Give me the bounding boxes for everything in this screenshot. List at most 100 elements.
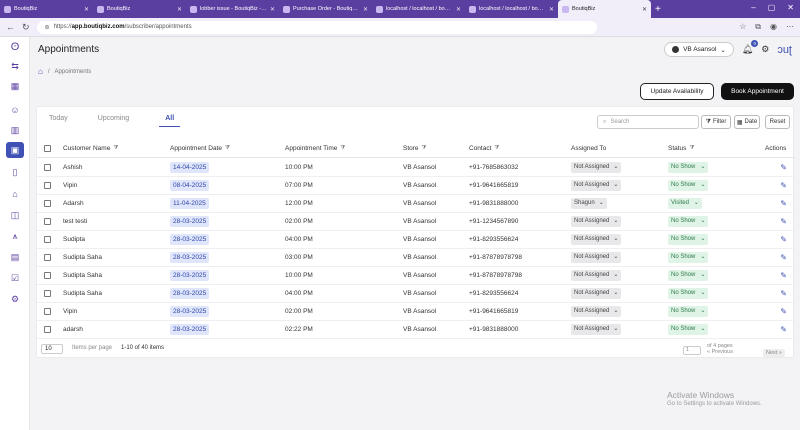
assigned-to-select[interactable]: Shagun ⌄ [571, 198, 607, 209]
table-row[interactable]: Adarsh 11-04-2025 12:00 PM VB Asansol +91-98… [37, 195, 795, 213]
status-select[interactable]: No Show ⌄ [668, 252, 709, 263]
close-window-icon[interactable]: ✕ [787, 3, 794, 12]
row-checkbox[interactable] [44, 236, 51, 243]
filter-icon[interactable]: ⧩ [340, 145, 345, 152]
row-checkbox[interactable] [44, 200, 51, 207]
browser-tab[interactable]: BoutiqBiz ✕ [558, 0, 651, 18]
col-status[interactable]: Status ⧩ [668, 145, 694, 152]
book-appointment-button[interactable]: Book Appointment [721, 83, 794, 100]
search-input[interactable]: ⌕ Search [597, 115, 699, 129]
table-row[interactable]: Sudipta 28-03-2025 04:00 PM VB Asansol +91-8… [37, 231, 795, 249]
table-row[interactable]: Sudipta Saha 28-03-2025 10:00 PM VB Asansol… [37, 267, 795, 285]
col-store[interactable]: Store ⧩ [403, 145, 426, 152]
table-row[interactable]: adarsh 28-03-2025 02:22 PM VB Asansol +91-98… [37, 321, 795, 339]
menu-icon[interactable]: ⋯ [786, 22, 794, 32]
close-tab-icon[interactable]: ✕ [270, 6, 275, 13]
browser-tab[interactable]: lobber issue - BoutiqBiz - 10 All✕ [186, 0, 279, 18]
filter-icon[interactable]: ⧩ [225, 145, 230, 152]
row-checkbox[interactable] [44, 272, 51, 279]
star-icon[interactable]: ☆ [739, 22, 746, 32]
table-row[interactable]: test testi 28-03-2025 02:00 PM VB Asansol +9… [37, 213, 795, 231]
browser-tab[interactable]: BoutiqBiz ✕ [0, 0, 93, 18]
row-checkbox[interactable] [44, 182, 51, 189]
col-contact[interactable]: Contact ⧩ [469, 145, 499, 152]
close-tab-icon[interactable]: ✕ [84, 6, 89, 13]
table-row[interactable]: Vipin 08-04-2025 07:00 PM VB Asansol +91-964… [37, 177, 795, 195]
filter-icon[interactable]: ⧩ [422, 145, 427, 152]
per-page-select[interactable]: 10 [41, 344, 63, 354]
page-select[interactable]: 1 [683, 346, 701, 355]
edit-icon[interactable]: ✎ [780, 199, 787, 208]
status-select[interactable]: No Show ⌄ [668, 270, 709, 281]
maximize-icon[interactable]: ▢ [768, 3, 776, 12]
status-select[interactable]: No Show ⌄ [668, 180, 709, 191]
status-select[interactable]: No Show ⌄ [668, 162, 709, 173]
settings-icon[interactable]: ⚙ [9, 293, 21, 305]
assigned-to-select[interactable]: Not Assigned ⌄ [571, 306, 622, 317]
assigned-to-select[interactable]: Not Assigned ⌄ [571, 252, 622, 263]
assigned-to-select[interactable]: Not Assigned ⌄ [571, 162, 622, 173]
assigned-to-select[interactable]: Not Assigned ⌄ [571, 324, 622, 335]
status-select[interactable]: No Show ⌄ [668, 216, 709, 227]
row-checkbox[interactable] [44, 290, 51, 297]
store-icon[interactable]: ▥ [9, 124, 21, 136]
table-row[interactable]: Sudipta Saha 28-03-2025 03:00 PM VB Asansol… [37, 249, 795, 267]
assigned-to-select[interactable]: Not Assigned ⌄ [571, 216, 622, 227]
assigned-to-select[interactable]: Not Assigned ⌄ [571, 288, 622, 299]
table-row[interactable]: Vipin 28-03-2025 02:00 PM VB Asansol +91-964… [37, 303, 795, 321]
bell-icon[interactable]: 🔔︎ 0 [742, 40, 759, 55]
row-checkbox[interactable] [44, 218, 51, 225]
update-availability-button[interactable]: Update Availability [640, 83, 714, 100]
row-checkbox[interactable] [44, 254, 51, 261]
report-icon[interactable]: ▤ [9, 251, 21, 263]
browser-tab[interactable]: Purchase Order - BoutiqBiz - 10...✕ [279, 0, 372, 18]
new-tab-button[interactable]: + [655, 4, 661, 15]
status-select[interactable]: No Show ⌄ [668, 234, 709, 245]
table-row[interactable]: Ashish 14-04-2025 10:00 PM VB Asansol +91-76… [37, 159, 795, 177]
edit-icon[interactable]: ✎ [780, 217, 787, 226]
close-tab-icon[interactable]: ✕ [549, 6, 554, 13]
edit-icon[interactable]: ✎ [780, 253, 787, 262]
table-row[interactable]: Sudipta Saha 28-03-2025 04:00 PM VB Asansol… [37, 285, 795, 303]
tag-icon[interactable]: ⌂ [9, 188, 21, 200]
document-icon[interactable]: ▯ [9, 166, 21, 178]
tab-upcoming[interactable]: Upcoming [98, 115, 130, 127]
home-icon[interactable]: ⌂ [38, 67, 43, 76]
back-icon[interactable]: ← [6, 22, 15, 32]
calendar-icon[interactable]: ▣ [6, 142, 24, 158]
status-select[interactable]: No Show ⌄ [668, 324, 709, 335]
task-icon[interactable]: ☑ [9, 272, 21, 284]
minimize-icon[interactable]: – [751, 3, 755, 12]
edit-icon[interactable]: ✎ [780, 325, 787, 334]
filter-icon[interactable]: ⧩ [494, 145, 499, 152]
edit-icon[interactable]: ✎ [780, 235, 787, 244]
bag-icon[interactable]: ◫ [9, 209, 21, 221]
users-icon[interactable]: ☺ [9, 104, 21, 116]
hanger-icon[interactable]: ⩚ [9, 230, 21, 242]
status-select[interactable]: No Show ⌄ [668, 306, 709, 317]
close-tab-icon[interactable]: ✕ [456, 6, 461, 13]
edit-icon[interactable]: ✎ [780, 289, 787, 298]
browser-tab[interactable]: localhost / localhost / boutiqbiz✕ [372, 0, 465, 18]
site-info-icon[interactable]: ⊜ [45, 24, 50, 31]
expand-icon[interactable]: ⇆ [9, 60, 21, 72]
status-select[interactable]: No Show ⌄ [668, 288, 709, 299]
status-select[interactable]: Visited ⌄ [668, 198, 702, 209]
close-tab-icon[interactable]: ✕ [642, 6, 647, 13]
browser-tab[interactable]: BoutiqBiz ✕ [93, 0, 186, 18]
col-appointment-time[interactable]: Appointment Time ⧩ [285, 145, 345, 152]
close-tab-icon[interactable]: ✕ [363, 6, 368, 13]
edit-icon[interactable]: ✎ [780, 181, 787, 190]
tab-today[interactable]: Today [49, 115, 68, 127]
select-all-checkbox[interactable] [44, 145, 51, 152]
filter-button[interactable]: ⧩ Filter [701, 115, 731, 129]
date-button[interactable]: ▦ Date [734, 115, 760, 129]
store-selector[interactable]: VB Asansol ⌄ [664, 42, 734, 57]
dashboard-icon[interactable]: ▦ [9, 80, 21, 92]
browser-tab[interactable]: localhost / localhost / boutiqbiz✕ [465, 0, 558, 18]
edit-icon[interactable]: ✎ [780, 307, 787, 316]
assigned-to-select[interactable]: Not Assigned ⌄ [571, 180, 622, 191]
close-tab-icon[interactable]: ✕ [177, 6, 182, 13]
edit-icon[interactable]: ✎ [780, 163, 787, 172]
previous-button[interactable]: « Previous [707, 349, 733, 355]
